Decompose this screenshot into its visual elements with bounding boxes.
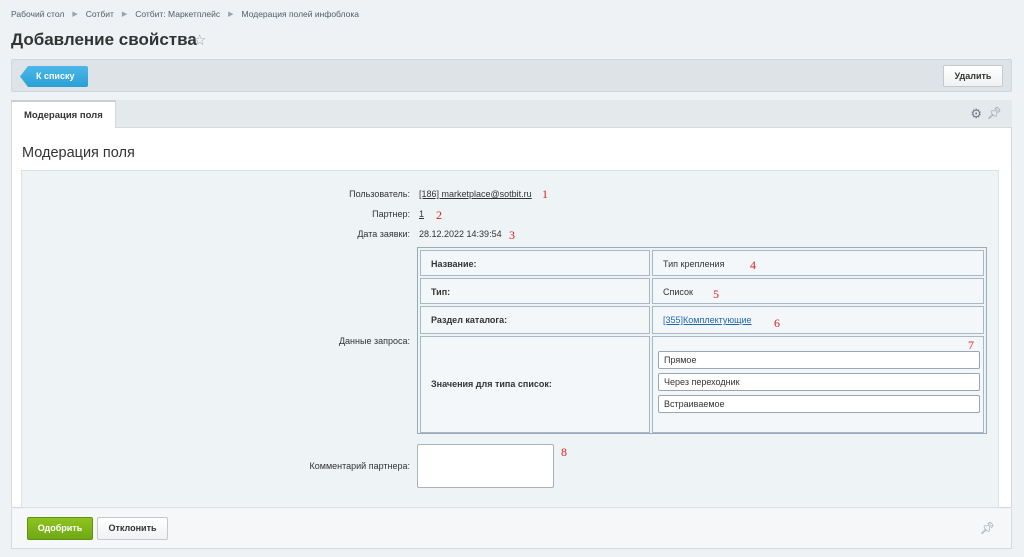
request-data-label: Данные запроса: <box>338 336 410 346</box>
partner-link[interactable]: 1 <box>419 209 424 219</box>
annotation-5: 5 <box>713 287 719 301</box>
user-label: Пользователь: <box>349 189 410 199</box>
request-name-value: Тип крепления <box>652 250 984 276</box>
request-table: Название: Тип крепления 4 Тип: Список 5 … <box>417 247 987 434</box>
request-section-key: Раздел каталога: <box>420 306 650 334</box>
page-title: Добавление свойства <box>11 30 197 49</box>
annotation-6: 6 <box>774 316 780 330</box>
pin-icon[interactable]: 📌︎ <box>987 106 1002 120</box>
panel-title: Модерация поля <box>22 145 135 161</box>
user-link[interactable]: [186] marketplace@sotbit.ru <box>419 189 532 199</box>
breadcrumb-item-marketplace[interactable]: Сотбит: Маркетплейс <box>135 9 220 19</box>
pin-icon[interactable]: 📌︎ <box>980 521 995 535</box>
toolbar: К списку Удалить <box>11 59 1012 92</box>
request-type-value: Список <box>652 278 984 304</box>
tab-field-moderation[interactable]: Модерация поля <box>11 100 116 128</box>
footer-bar: Одобрить Отклонить 📌︎ <box>11 509 1012 549</box>
reject-button[interactable]: Отклонить <box>97 517 168 540</box>
catalog-section-link[interactable]: [355]Комплектующие <box>663 315 752 325</box>
list-value-input[interactable]: Через переходник <box>658 373 980 391</box>
annotation-2: 2 <box>436 208 442 222</box>
request-type-key: Тип: <box>420 278 650 304</box>
breadcrumb-item-moderation[interactable]: Модерация полей инфоблока <box>242 9 359 19</box>
gear-icon[interactable]: ⚙ <box>970 106 982 122</box>
delete-button[interactable]: Удалить <box>943 65 1003 87</box>
comment-label: Комментарий партнера: <box>309 461 410 471</box>
list-value-input[interactable]: Встраиваемое <box>658 395 980 413</box>
request-name-key: Название: <box>420 250 650 276</box>
comment-textarea[interactable] <box>417 444 554 488</box>
star-icon[interactable]: ☆ <box>193 31 206 49</box>
request-section-value: [355]Комплектующие <box>652 306 984 334</box>
breadcrumb-item-sotbit[interactable]: Сотбит <box>86 9 114 19</box>
chevron-right-icon: ▶ <box>121 11 128 18</box>
approve-button[interactable]: Одобрить <box>27 517 93 540</box>
back-to-list-button[interactable]: К списку <box>20 66 89 87</box>
tab-bar: Модерация поля ⚙ 📌︎ <box>11 100 1012 128</box>
breadcrumb: Рабочий стол ▶ Сотбит ▶ Сотбит: Маркетпл… <box>11 9 359 19</box>
date-value: 28.12.2022 14:39:54 <box>419 229 502 239</box>
main-panel: Модерация поля Пользователь: [186] marke… <box>11 128 1012 508</box>
annotation-4: 4 <box>750 258 756 272</box>
annotation-3: 3 <box>509 228 515 242</box>
chevron-right-icon: ▶ <box>228 11 234 18</box>
annotation-8: 8 <box>561 445 567 459</box>
partner-label: Партнер: <box>372 209 410 219</box>
request-list-key: Значения для типа список: <box>420 336 650 433</box>
chevron-right-icon: ▶ <box>72 11 78 18</box>
annotation-1: 1 <box>542 187 548 201</box>
list-value-input[interactable]: Прямое <box>658 351 980 369</box>
breadcrumb-item-desktop[interactable]: Рабочий стол <box>11 9 64 19</box>
date-label: Дата заявки: <box>357 229 410 239</box>
form-box: Пользователь: [186] marketplace@sotbit.r… <box>21 170 999 508</box>
